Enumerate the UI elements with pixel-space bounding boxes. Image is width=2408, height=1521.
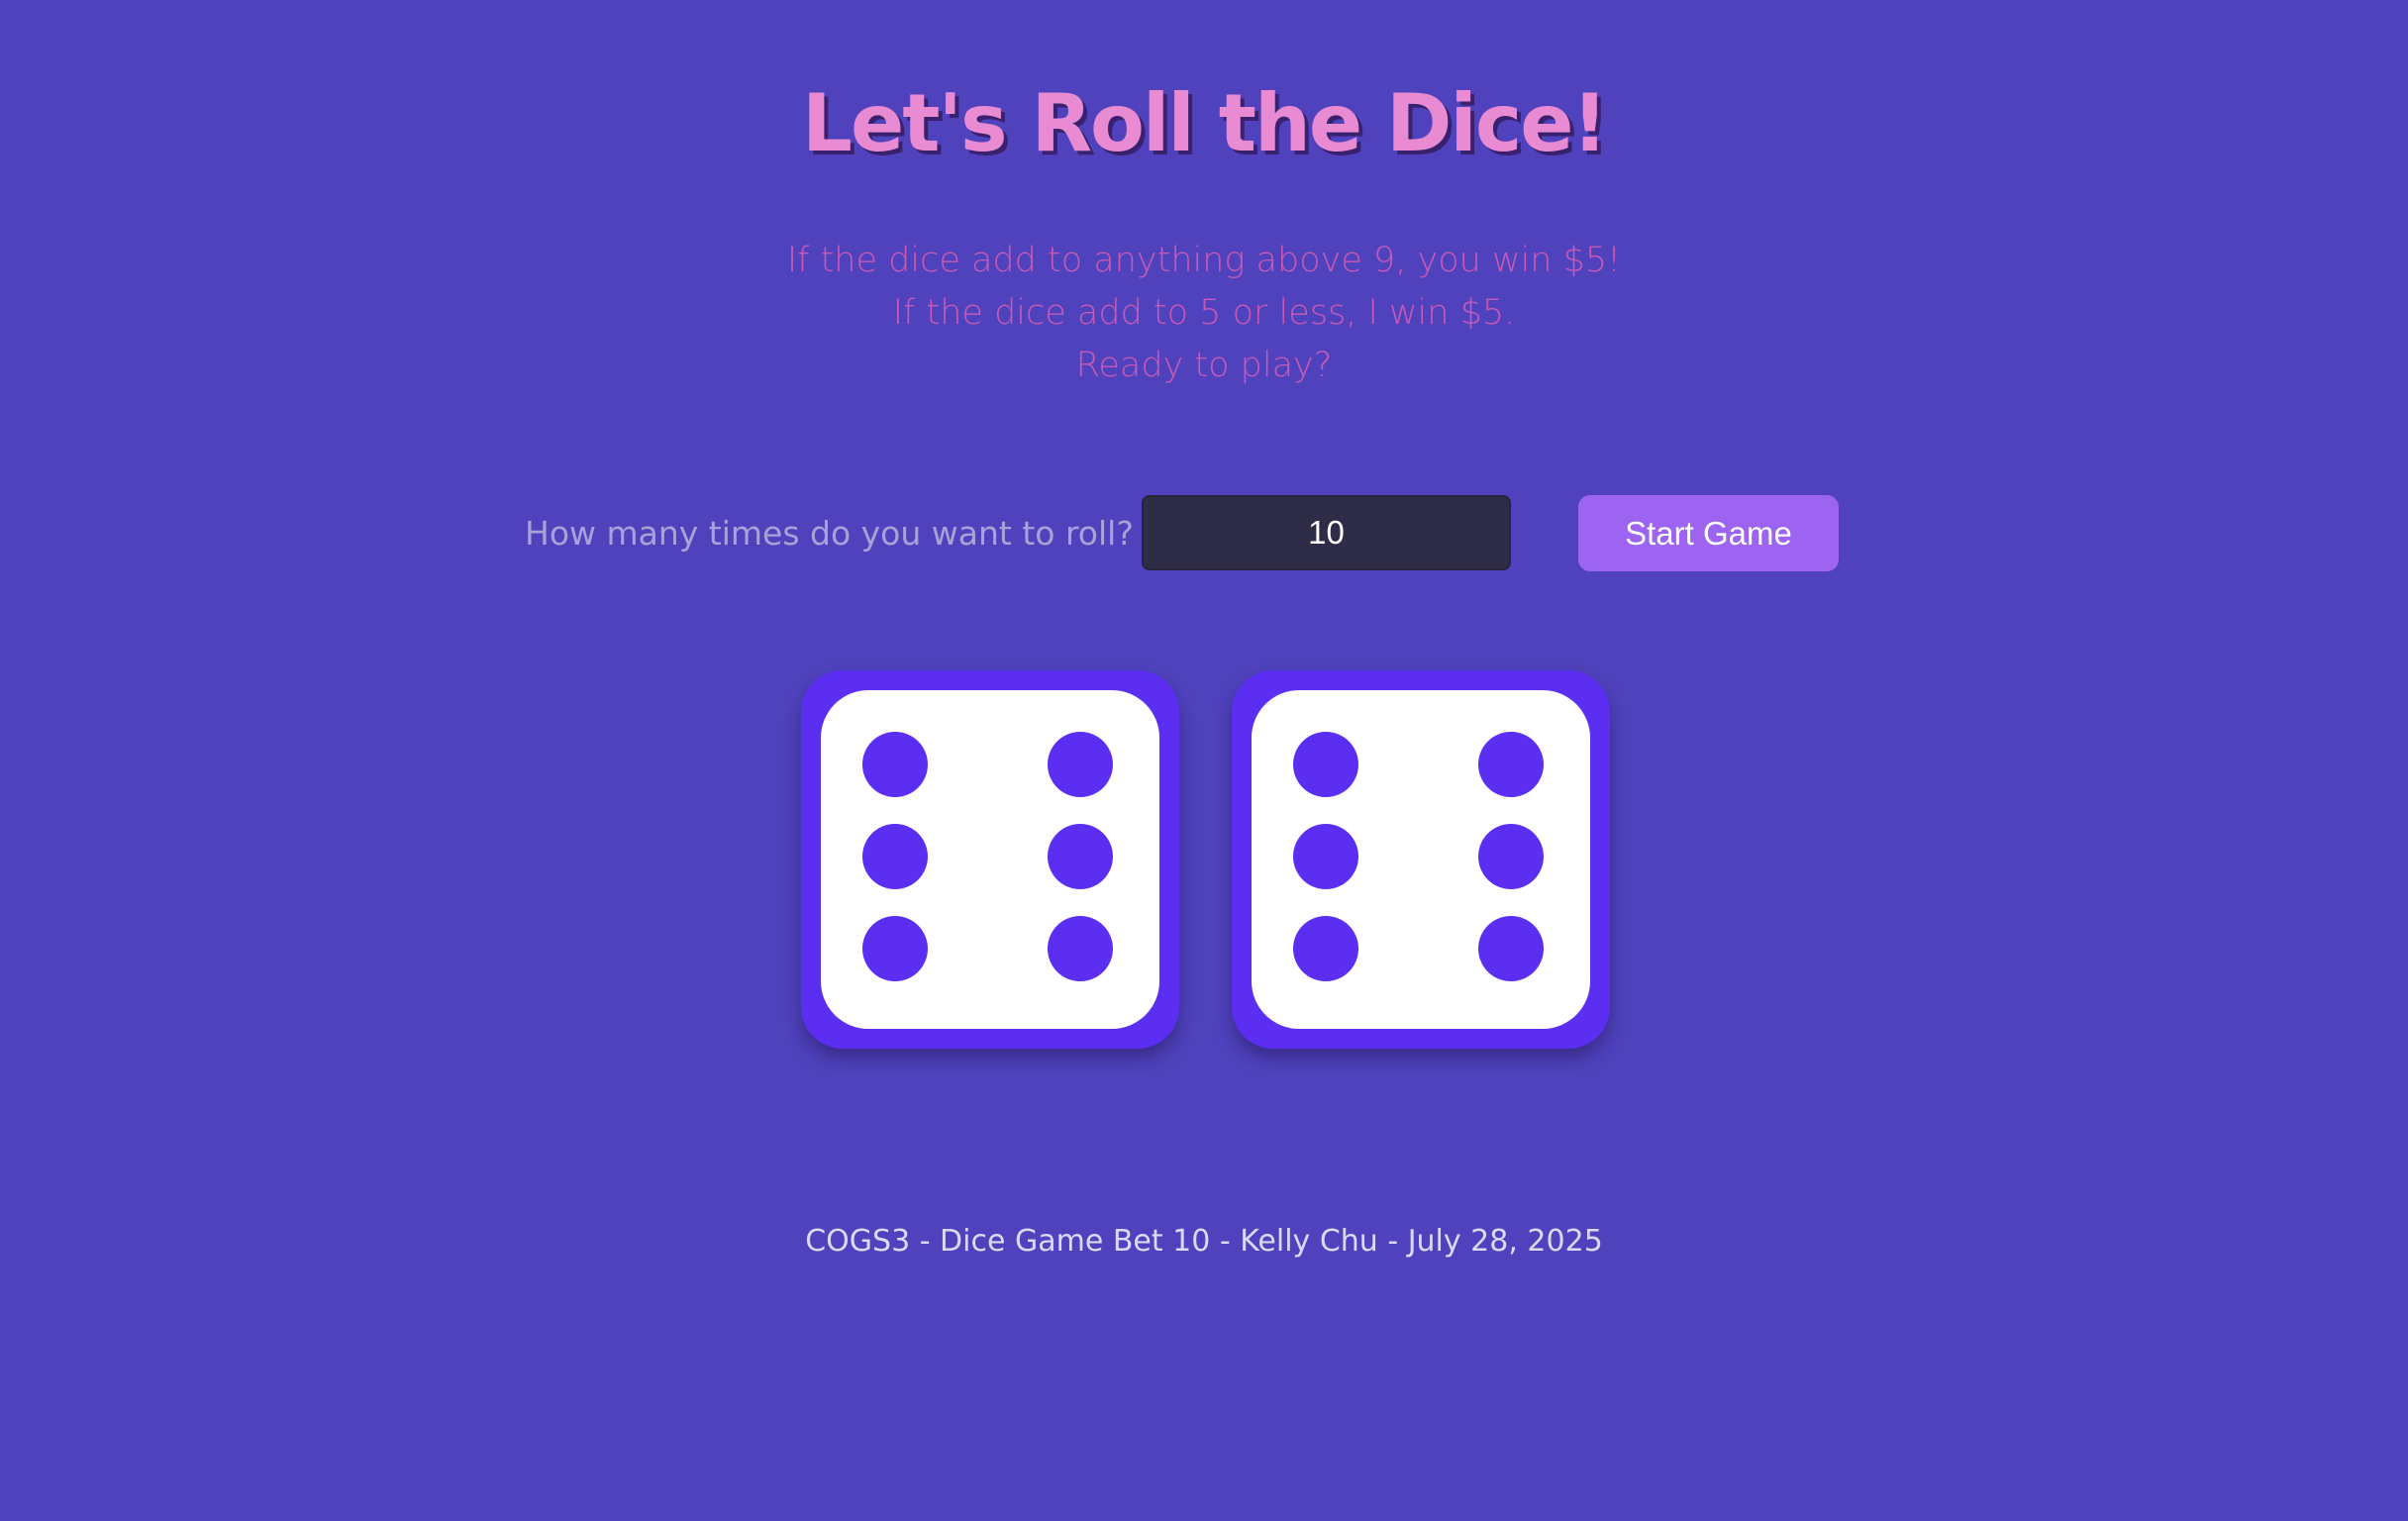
roll-count-label: How many times do you want to roll? <box>525 514 1134 553</box>
die-pip <box>862 732 928 797</box>
die-face <box>1252 690 1590 1029</box>
die-pip <box>1478 732 1544 797</box>
footer-credit: COGS3 - Dice Game Bet 10 - Kelly Chu - J… <box>805 1224 1603 1259</box>
die-pip <box>1478 916 1544 981</box>
rule-line-lose: If the dice add to 5 or less, I win $5. <box>892 293 1516 333</box>
die-pip <box>1478 824 1544 889</box>
die-pip <box>862 824 928 889</box>
rule-line-win: If the dice add to anything above 9, you… <box>786 241 1622 280</box>
roll-count-input[interactable] <box>1142 495 1511 570</box>
die-left <box>801 670 1179 1049</box>
die-pip <box>1048 824 1113 889</box>
die-pip <box>1048 732 1113 797</box>
rules-text: If the dice add to anything above 9, you… <box>0 235 2408 392</box>
die-pip <box>1293 916 1358 981</box>
die-pip <box>1293 824 1358 889</box>
die-pip <box>862 916 928 981</box>
die-face <box>821 690 1159 1029</box>
page-title: Let's Roll the Dice! <box>802 77 1608 169</box>
die-right <box>1232 670 1610 1049</box>
start-game-button[interactable]: Start Game <box>1578 495 1839 571</box>
rule-line-ready: Ready to play? <box>1075 346 1333 385</box>
roll-controls: How many times do you want to roll? Star… <box>0 495 2408 572</box>
page: Let's Roll the Dice! If the dice add to … <box>0 0 2408 1521</box>
die-pip <box>1048 916 1113 981</box>
die-pip <box>1293 732 1358 797</box>
